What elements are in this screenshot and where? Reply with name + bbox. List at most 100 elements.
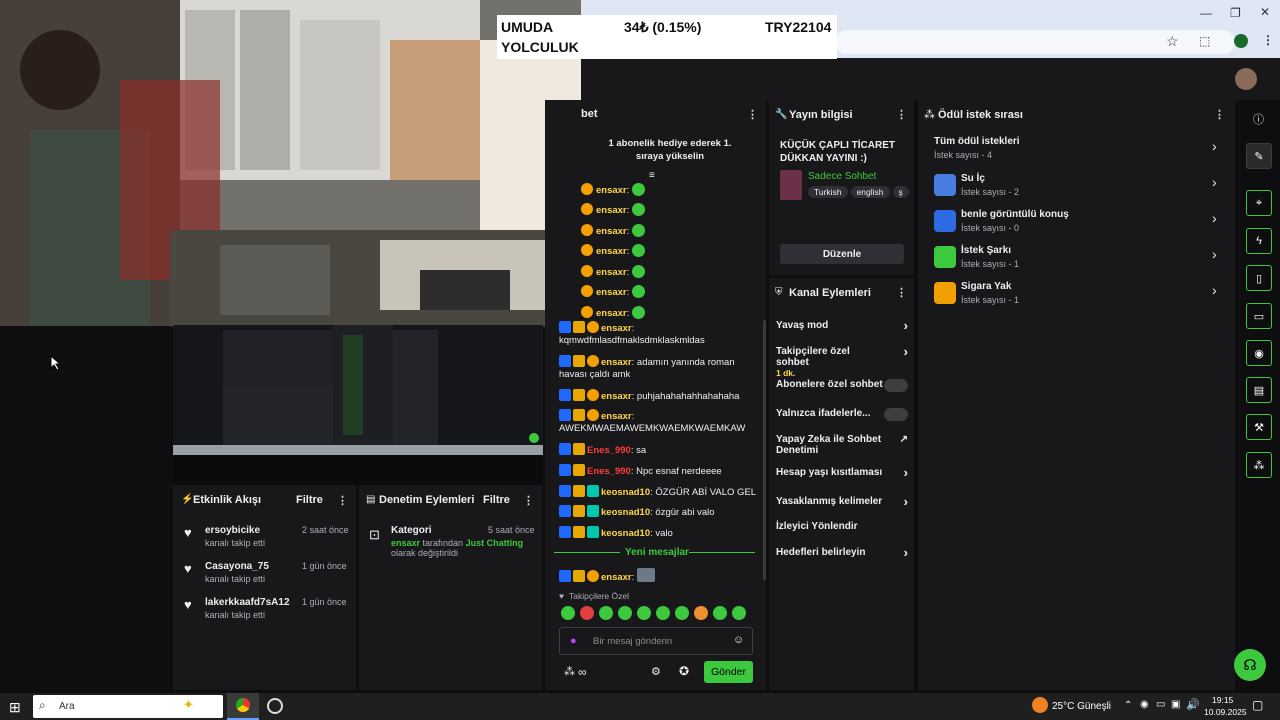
emote-icon[interactable] — [656, 606, 670, 620]
emote-icon[interactable] — [732, 606, 746, 620]
clock-time[interactable]: 19:15 — [1212, 695, 1233, 705]
filter-icon[interactable]: ≡ — [649, 170, 655, 181]
help-icon[interactable]: ☊ — [1234, 649, 1266, 681]
wrench-icon[interactable]: ⚒ — [1246, 414, 1272, 440]
edit-button[interactable]: Düzenle — [780, 244, 904, 264]
channel-actions-menu-icon[interactable]: ⋮ — [896, 286, 907, 299]
chat-username[interactable]: ensaxr — [601, 323, 632, 334]
chat-username[interactable]: ensaxr — [596, 308, 627, 319]
reward-queue-menu-icon[interactable]: ⋮ — [1214, 108, 1225, 121]
reward-item[interactable]: Sigara Yak İstek sayısı - 1 › — [934, 280, 1224, 306]
category-boxart[interactable] — [780, 170, 802, 200]
channel-action-item[interactable]: Hedefleri belirleyin › — [776, 546, 908, 559]
bot-icon[interactable]: ✪ — [679, 664, 689, 678]
activity-name[interactable]: ersoybicike — [205, 525, 260, 536]
channel-action-item[interactable]: İzleyici Yönlendir — [776, 521, 908, 532]
activity-item[interactable]: ♥ ersoybicike kanalı takip etti 2 saat önce — [173, 525, 356, 553]
category-link[interactable]: Sadece Sohbet — [808, 171, 876, 182]
emote-icon[interactable] — [580, 606, 594, 620]
channel-points-icon[interactable]: ⁂ — [564, 665, 575, 678]
tag-pill[interactable]: Turkish — [808, 186, 848, 198]
emote-icon[interactable] — [561, 606, 575, 620]
chrome-taskbar-icon[interactable] — [227, 693, 259, 720]
profile-icon[interactable] — [1234, 34, 1248, 48]
chat-username[interactable]: keosnad10 — [601, 487, 650, 498]
audit-menu-icon[interactable]: ⋮ — [523, 494, 534, 507]
channel-action-item[interactable]: Yavaş mod › — [776, 319, 908, 332]
extensions-icon[interactable]: ⬚ — [1199, 34, 1210, 48]
emote-icon[interactable] — [618, 606, 632, 620]
activity-item[interactable]: ♥ Casayona_75 kanalı takip etti 1 gün önce — [173, 561, 356, 589]
toggle-switch[interactable] — [884, 408, 908, 421]
clock-date[interactable]: 10.09.2025 — [1204, 707, 1247, 717]
activity-item[interactable]: ♥ lakerkkaafd7sA12 kanalı takip etti 1 gün … — [173, 597, 356, 625]
activity-menu-icon[interactable]: ⋮ — [337, 494, 348, 507]
network-icon[interactable]: ▣ — [1171, 699, 1180, 710]
audit-user[interactable]: ensaxr — [391, 538, 420, 548]
chat-username[interactable]: ensaxr — [596, 205, 627, 216]
book-icon[interactable]: ▯ — [1246, 265, 1272, 291]
audit-category-link[interactable]: Just Chatting — [466, 538, 524, 548]
notifications-icon[interactable]: ▢ — [1252, 698, 1263, 712]
chat-menu-icon[interactable]: ⋮ — [747, 108, 758, 121]
chat-username[interactable]: ensaxr — [601, 572, 632, 583]
mic-icon[interactable]: ● — [570, 635, 577, 647]
taskbar-search[interactable]: ⌕ Ara ✦ — [33, 695, 223, 718]
menu-icon[interactable]: ⋮ — [1262, 33, 1274, 47]
all-requests-row[interactable]: Tüm ödül istekleri İstek sayısı - 4 › — [934, 136, 1224, 162]
emote-icon[interactable] — [713, 606, 727, 620]
close-icon[interactable]: ✕ — [1260, 5, 1270, 19]
channel-action-item[interactable]: Takipçilere özel sohbet 1 dk. › — [776, 345, 908, 379]
broadcast-icon[interactable]: ◉ — [1246, 340, 1272, 366]
chat-username[interactable]: ensaxr — [601, 391, 632, 402]
weather-text[interactable]: 25°C Güneşli — [1052, 701, 1111, 712]
chat-input[interactable]: ● Bir mesaj gönderin ☺ — [559, 627, 753, 655]
minimize-icon[interactable]: — — [1200, 6, 1212, 20]
activity-name[interactable]: lakerkkaafd7sA12 — [205, 597, 290, 608]
nodes-icon[interactable]: ⁂ — [1246, 452, 1272, 478]
emote-icon[interactable] — [694, 606, 708, 620]
target-icon[interactable]: ⌖ — [1246, 190, 1272, 216]
emote-icon[interactable] — [675, 606, 689, 620]
channel-action-item[interactable]: Hesap yaşı kısıtlaması › — [776, 466, 908, 479]
chat-username[interactable]: ensaxr — [596, 287, 627, 298]
emoji-icon[interactable]: ☺ — [733, 634, 744, 646]
toggle-switch[interactable] — [884, 379, 908, 392]
emote-icon[interactable] — [599, 606, 613, 620]
chat-username[interactable]: ensaxr — [596, 246, 627, 257]
layout-icon[interactable]: ▤ — [1246, 377, 1272, 403]
pencil-icon[interactable]: ✎ — [1246, 143, 1272, 169]
bookmark-star-icon[interactable]: ☆ — [1166, 33, 1179, 50]
reward-item[interactable]: İstek Şarkı İstek sayısı - 1 › — [934, 244, 1224, 270]
windows-start-icon[interactable]: ⊞ — [9, 699, 21, 716]
tag-pill[interactable]: english — [850, 186, 890, 198]
chat-icon[interactable]: ▭ — [1246, 303, 1272, 329]
restore-icon[interactable]: ❐ — [1230, 6, 1241, 20]
chat-username[interactable]: ensaxr — [601, 357, 632, 368]
settings-gear-icon[interactable]: ⚙ — [651, 665, 661, 678]
volume-icon[interactable]: 🔊 — [1186, 698, 1200, 711]
chat-username[interactable]: Enes_990 — [587, 445, 631, 456]
user-avatar[interactable] — [1235, 68, 1257, 90]
chat-username[interactable]: ensaxr — [601, 411, 632, 422]
tray-chevron-icon[interactable]: ⌃ — [1124, 700, 1132, 711]
audit-filter-button[interactable]: Filtre — [483, 494, 510, 506]
channel-action-item[interactable]: Abonelere özel sohbet — [776, 379, 908, 392]
chat-username[interactable]: keosnad10 — [601, 507, 650, 518]
reward-item[interactable]: benle görüntülü konuş İstek sayısı - 0 › — [934, 208, 1224, 234]
tag-pill[interactable]: ş — [892, 186, 909, 198]
activity-name[interactable]: Casayona_75 — [205, 561, 269, 572]
battery-icon[interactable]: ▭ — [1156, 699, 1165, 710]
chat-username[interactable]: ensaxr — [596, 267, 627, 278]
tray-icon[interactable]: ◉ — [1140, 699, 1149, 710]
stream-info-menu-icon[interactable]: ⋮ — [896, 108, 907, 121]
channel-action-item[interactable]: Yalnızca ifadelerle... — [776, 408, 908, 421]
emote-icon[interactable] — [637, 606, 651, 620]
reward-item[interactable]: Su İç İstek sayısı - 2 › — [934, 172, 1224, 198]
chat-scrollbar[interactable] — [763, 320, 766, 580]
info-icon[interactable]: ⓘ — [1253, 111, 1264, 127]
chat-username[interactable]: Enes_990 — [587, 466, 631, 477]
send-button[interactable]: Gönder — [704, 661, 753, 683]
chat-username[interactable]: ensaxr — [596, 185, 627, 196]
activity-filter-button[interactable]: Filtre — [296, 494, 323, 506]
